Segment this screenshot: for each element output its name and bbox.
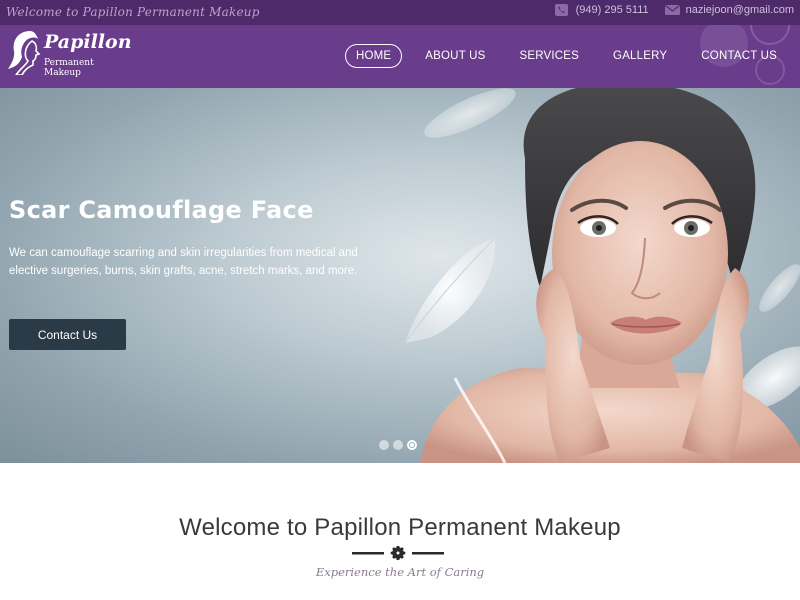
nav-home[interactable]: HOME [344, 44, 403, 68]
nav-about-us[interactable]: ABOUT US [414, 44, 496, 68]
logo-subtitle: Permanent Makeup [44, 58, 94, 78]
welcome-subtitle: Experience the Art of Caring [315, 565, 485, 579]
phone-icon [554, 4, 568, 16]
top-bar-tagline: Welcome to Papillon Permanent Makeup [6, 5, 260, 19]
welcome-title: Welcome to Papillon Permanent Makeup [179, 514, 621, 541]
phone-number[interactable]: (949) 295 5111 [576, 4, 649, 16]
nav-services[interactable]: SERVICES [508, 44, 590, 68]
woman-silhouette-icon [8, 31, 41, 75]
site-logo[interactable]: Papillon Permanent Makeup [6, 27, 132, 85]
hero-description: We can camouflage scarring and skin irre… [9, 247, 358, 277]
mail-icon [664, 4, 680, 16]
hero-slider: Scar Camouflage Face We can camouflage s… [0, 88, 800, 463]
flower-ornament-icon [352, 546, 444, 560]
hero-title: Scar Camouflage Face [9, 196, 314, 224]
slider-dot-active[interactable] [407, 440, 417, 450]
top-bar-contact: (949) 295 5111 naziejoon@gmail.com [554, 4, 794, 16]
decorative-bubble [750, 25, 790, 45]
nav-contact-us[interactable]: CONTACT US [690, 44, 788, 68]
contact-us-button[interactable]: Contact Us [9, 319, 126, 350]
nav-gallery[interactable]: GALLERY [602, 44, 678, 68]
main-nav: HOME ABOUT US SERVICES GALLERY CONTACT U… [333, 44, 788, 68]
logo-title: Papillon [44, 31, 132, 53]
email-address[interactable]: naziejoon@gmail.com [686, 4, 794, 16]
slider-dot[interactable] [379, 440, 389, 450]
top-bar: Welcome to Papillon Permanent Makeup (94… [0, 0, 800, 25]
slider-dot[interactable] [393, 440, 403, 450]
site-header: Papillon Permanent Makeup HOME ABOUT US … [0, 25, 800, 88]
slider-pagination [379, 440, 421, 450]
welcome-section: Welcome to Papillon Permanent Makeup Exp… [0, 463, 800, 600]
